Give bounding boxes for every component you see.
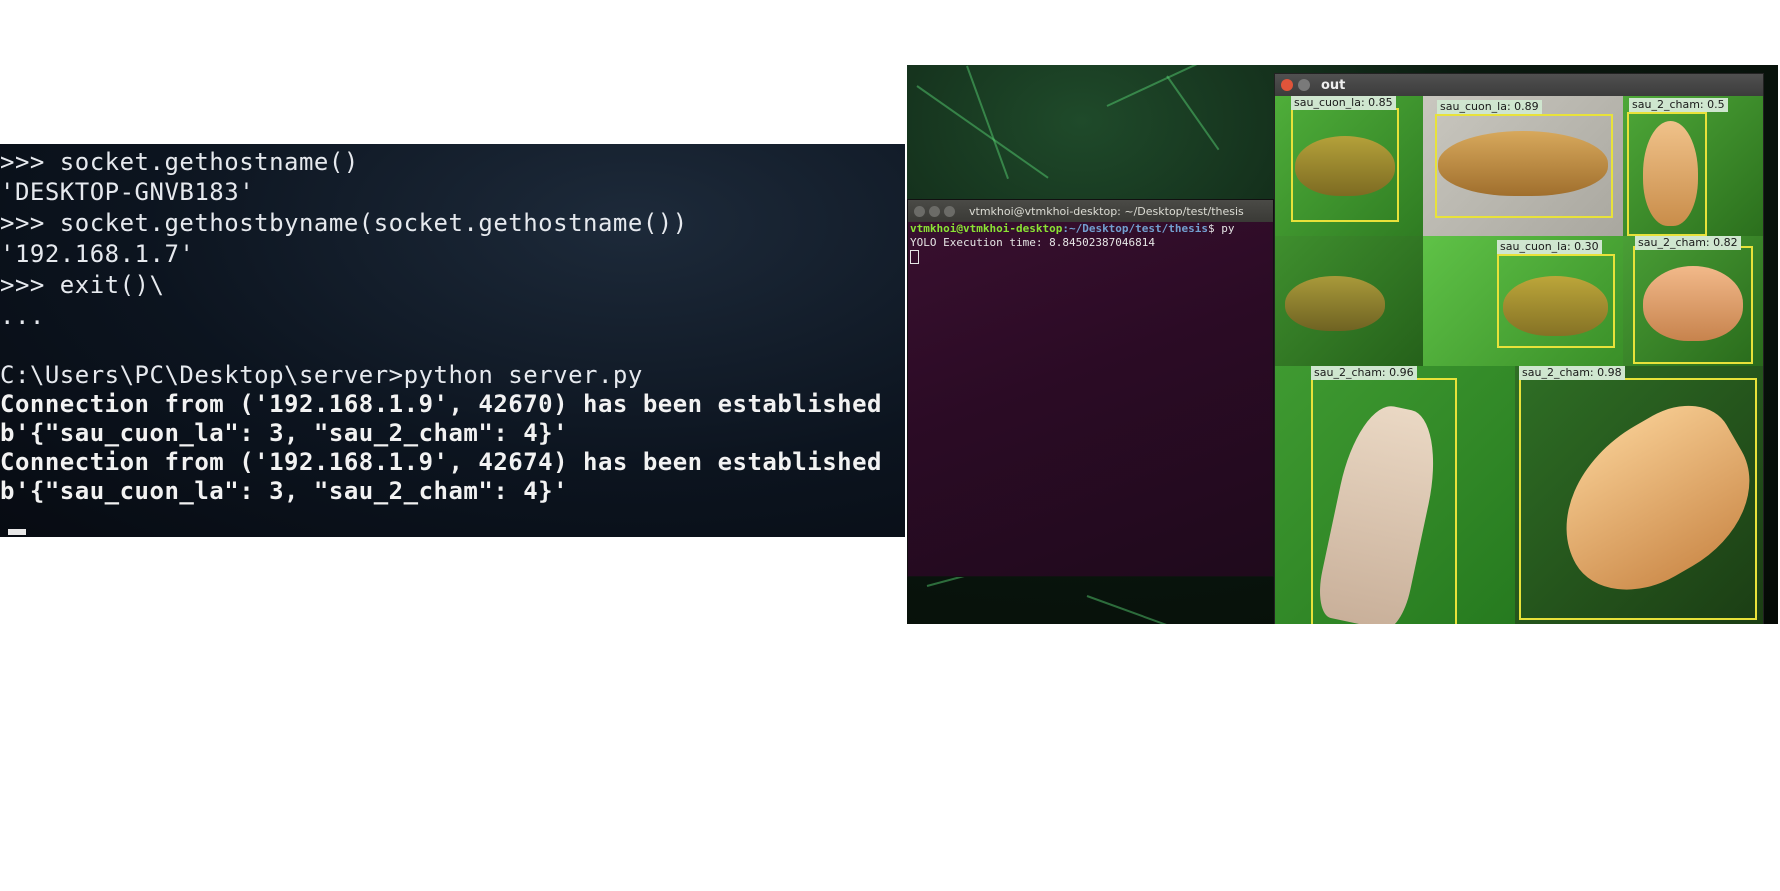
image-tile: sau_cuon_la: 0.30 — [1423, 236, 1623, 366]
image-tile: sau_2_cham: 0.96 — [1275, 366, 1515, 624]
minimize-icon[interactable] — [929, 205, 940, 217]
console-line: '192.168.1.7' — [0, 240, 195, 268]
detection-label: sau_cuon_la: 0.30 — [1497, 240, 1602, 254]
wallpaper-streak — [1166, 75, 1220, 151]
console-line: b'{"sau_cuon_la": 3, "sau_2_cham": 4}' — [0, 477, 569, 505]
detection-label: sau_cuon_la: 0.85 — [1291, 96, 1396, 110]
console-cursor — [8, 529, 26, 535]
image-tile: sau_cuon_la: 0.85 — [1275, 96, 1423, 236]
terminal-prompt: vtmkhoi@vtmkhoi-desktop:~/Desktop/test/t… — [908, 222, 1273, 236]
wallpaper-streak — [916, 85, 1049, 179]
detection-label: sau_2_cham: 0.98 — [1519, 366, 1625, 380]
terminal-titlebar[interactable]: vtmkhoi@vtmkhoi-desktop: ~/Desktop/test/… — [908, 200, 1273, 222]
terminal-title: vtmkhoi@vtmkhoi-desktop: ~/Desktop/test/… — [969, 204, 1244, 218]
ubuntu-desktop: vtmkhoi@vtmkhoi-desktop: ~/Desktop/test/… — [907, 65, 1778, 624]
console-line: Connection from ('192.168.1.9', 42670) h… — [0, 390, 883, 418]
out-window-title: out — [1321, 77, 1346, 93]
console-line: C:\Users\PC\Desktop\server>python server… — [0, 361, 643, 389]
detection-label: sau_2_cham: 0.5 — [1629, 98, 1728, 112]
bounding-box — [1291, 108, 1399, 222]
image-tile: sau_2_cham: 0.98 — [1515, 366, 1763, 624]
terminal-cursor-line — [908, 250, 1273, 264]
console-line: Connection from ('192.168.1.9', 42674) h… — [0, 448, 883, 476]
console-line: >>> socket.gethostname() — [0, 148, 359, 176]
wallpaper-streak — [1086, 595, 1238, 624]
detection-label: sau_2_cham: 0.82 — [1635, 236, 1741, 250]
terminal-cursor — [910, 250, 919, 264]
out-titlebar[interactable]: out — [1275, 74, 1763, 96]
minimize-icon[interactable] — [1298, 79, 1310, 91]
console-line: 'DESKTOP-GNVB183' — [0, 178, 255, 206]
bounding-box — [1633, 246, 1753, 364]
ubuntu-terminal-window[interactable]: vtmkhoi@vtmkhoi-desktop: ~/Desktop/test/… — [907, 199, 1274, 577]
detection-label: sau_2_cham: 0.96 — [1311, 366, 1417, 380]
console-line: >>> exit()\ — [0, 271, 165, 299]
bounding-box — [1519, 378, 1757, 620]
console-line: b'{"sau_cuon_la": 3, "sau_2_cham": 4}' — [0, 419, 569, 447]
moth-image — [1285, 276, 1385, 331]
image-tile: sau_cuon_la: 0.89 — [1423, 96, 1623, 236]
image-tile: sau_2_cham: 0.82 — [1623, 236, 1763, 366]
image-tile — [1275, 236, 1423, 366]
image-tile: sau_2_cham: 0.5 — [1623, 96, 1763, 236]
bounding-box — [1435, 114, 1613, 218]
prompt-command: $ py — [1208, 222, 1235, 235]
windows-console: >>> socket.gethostname() 'DESKTOP-GNVB18… — [0, 144, 905, 537]
detection-output-window[interactable]: out sau_cuon_la: 0.85 sau_cuon_la: 0.89 … — [1274, 73, 1764, 624]
detection-label: sau_cuon_la: 0.89 — [1437, 100, 1542, 114]
console-line: ... — [0, 302, 45, 330]
bounding-box — [1311, 378, 1457, 624]
wallpaper-streak — [966, 65, 1009, 180]
close-icon[interactable] — [1281, 79, 1293, 91]
bounding-box — [1497, 254, 1615, 348]
close-icon[interactable] — [914, 205, 925, 217]
terminal-output: YOLO Execution time: 8.84502387046814 — [910, 236, 1156, 249]
bounding-box — [1627, 112, 1707, 236]
prompt-user: vtmkhoi@vtmkhoi-desktop — [910, 222, 1063, 235]
console-line: >>> socket.gethostbyname(socket.gethostn… — [0, 209, 688, 237]
prompt-path: :~/Desktop/test/thesis — [1062, 222, 1209, 235]
maximize-icon[interactable] — [944, 205, 955, 217]
